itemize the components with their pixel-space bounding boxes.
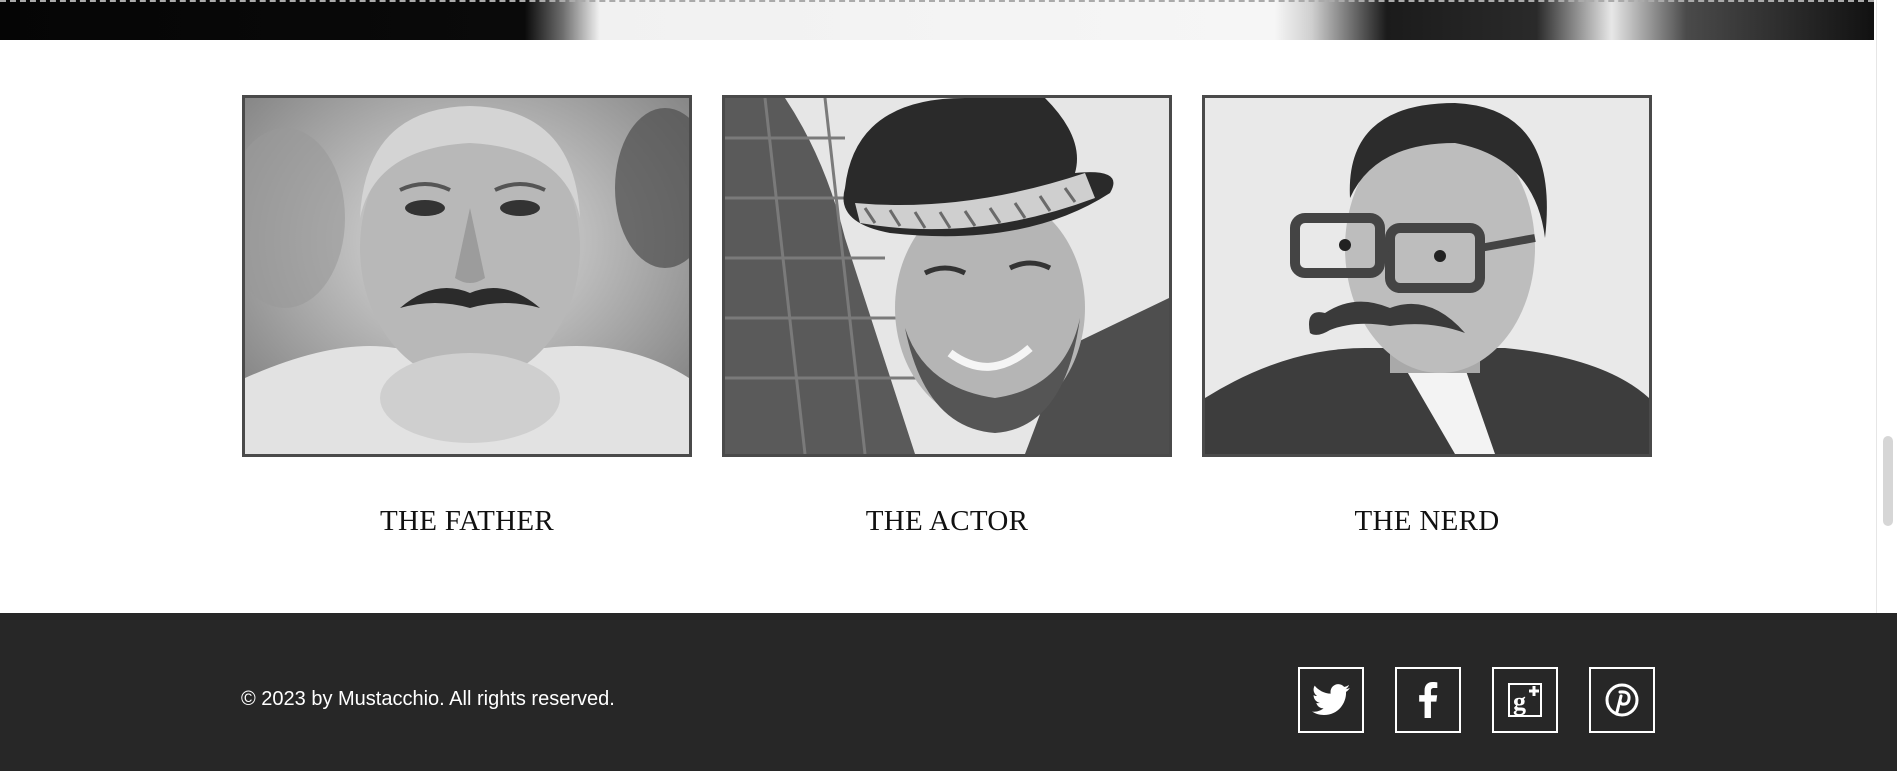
hero-image-strip bbox=[0, 0, 1874, 40]
card-actor[interactable]: THE ACTOR bbox=[722, 95, 1172, 538]
photo-father bbox=[242, 95, 692, 457]
facebook-icon bbox=[1419, 682, 1438, 718]
card-title-actor[interactable]: THE ACTOR bbox=[722, 505, 1172, 538]
copyright-text: © 2023 by Mustacchio. All rights reserve… bbox=[241, 688, 615, 710]
twitter-link[interactable] bbox=[1298, 667, 1364, 733]
google-plus-icon: g bbox=[1508, 683, 1542, 717]
nerd-portrait-image bbox=[1205, 98, 1649, 454]
pinterest-icon bbox=[1605, 683, 1639, 717]
pinterest-link[interactable] bbox=[1589, 667, 1655, 733]
page: THE FATHER THE ACTOR THE NERD © 2023 by … bbox=[0, 0, 1897, 771]
actor-portrait-image bbox=[725, 98, 1169, 454]
google-plus-link[interactable]: g bbox=[1492, 667, 1558, 733]
card-title-father[interactable]: THE FATHER bbox=[242, 505, 692, 538]
photo-nerd bbox=[1202, 95, 1652, 457]
mustache-types-section: THE FATHER THE ACTOR THE NERD bbox=[242, 95, 1652, 555]
father-portrait-image bbox=[245, 98, 689, 454]
twitter-icon bbox=[1312, 684, 1350, 716]
facebook-link[interactable] bbox=[1395, 667, 1461, 733]
card-title-nerd[interactable]: THE NERD bbox=[1202, 505, 1652, 538]
social-links: g bbox=[1298, 667, 1655, 733]
scrollbar-thumb[interactable] bbox=[1883, 436, 1893, 526]
card-father[interactable]: THE FATHER bbox=[242, 95, 692, 538]
svg-text:g: g bbox=[1513, 687, 1526, 716]
card-nerd[interactable]: THE NERD bbox=[1202, 95, 1652, 538]
photo-actor bbox=[722, 95, 1172, 457]
footer: © 2023 by Mustacchio. All rights reserve… bbox=[0, 613, 1897, 771]
